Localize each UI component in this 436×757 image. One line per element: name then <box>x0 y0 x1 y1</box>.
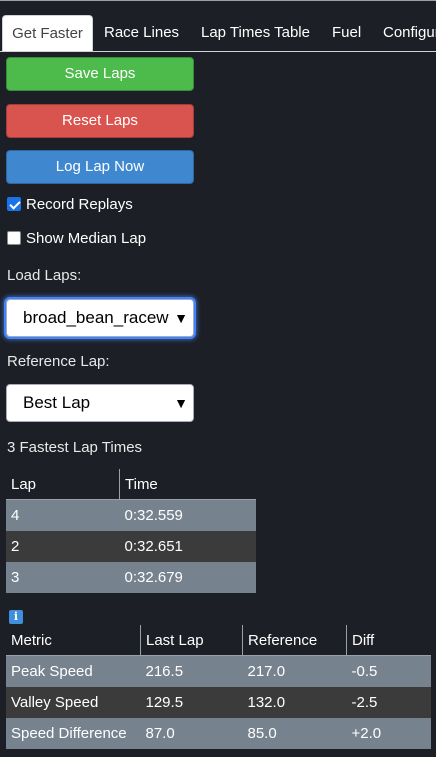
reference-lap-value: Best Lap <box>23 393 91 412</box>
table-cell: 2 <box>6 531 120 562</box>
table-cell: 87.0 <box>140 718 243 749</box>
table-cell: 132.0 <box>242 687 347 718</box>
table-cell: -0.5 <box>346 655 431 687</box>
table-cell: 4 <box>6 499 120 531</box>
table-row: 3 0:32.679 <box>6 562 256 593</box>
table-row: Speed Difference 87.0 85.0 +2.0 <box>6 718 431 749</box>
table-row: 2 0:32.651 <box>6 531 256 562</box>
table-cell: Valley Speed <box>6 687 141 718</box>
column-header: Last Lap <box>140 625 243 656</box>
table-cell: Speed Difference <box>6 718 141 749</box>
table-row: 4 0:32.559 <box>6 499 256 531</box>
tab-get-faster[interactable]: Get Faster <box>2 15 93 51</box>
table-cell: Peak Speed <box>6 655 141 687</box>
reset-laps-button[interactable]: Reset Laps <box>6 104 194 138</box>
tab-race-lines[interactable]: Race Lines <box>104 15 179 51</box>
save-laps-button[interactable]: Save Laps <box>6 57 194 91</box>
show-median-lap-checkbox[interactable] <box>7 231 21 245</box>
reference-lap-label: Reference Lap: <box>7 353 110 370</box>
dropdown-arrow-icon: ▼ <box>169 385 193 421</box>
tab-lap-times-table[interactable]: Lap Times Table <box>201 15 310 51</box>
info-icon[interactable]: i <box>9 610 23 624</box>
fastest-laps-table: Lap Time 4 0:32.559 2 0:32.651 3 0:32.67… <box>6 469 256 593</box>
column-header: Diff <box>346 625 431 656</box>
load-laps-value: broad_bean_raceway <box>23 308 169 327</box>
table-cell: 129.5 <box>140 687 243 718</box>
log-lap-now-button[interactable]: Log Lap Now <box>6 150 194 184</box>
tab-configure[interactable]: Configure <box>383 15 436 51</box>
column-header: Lap <box>6 469 120 500</box>
table-cell: +2.0 <box>346 718 431 749</box>
reference-lap-select[interactable]: Best Lap ▼ <box>6 384 194 422</box>
tab-bar: Get Faster Race Lines Lap Times Table Fu… <box>0 15 436 52</box>
table-cell: 217.0 <box>242 655 347 687</box>
column-header: Reference <box>242 625 347 656</box>
table-row: Peak Speed 216.5 217.0 -0.5 <box>6 655 431 687</box>
show-median-lap-label: Show Median Lap <box>26 230 147 247</box>
record-replays-checkbox[interactable] <box>7 197 21 211</box>
table-row: Valley Speed 129.5 132.0 -2.5 <box>6 687 431 718</box>
load-laps-label: Load Laps: <box>7 267 82 284</box>
dropdown-arrow-icon: ▼ <box>169 300 193 336</box>
metrics-table: Metric Last Lap Reference Diff Peak Spee… <box>6 625 431 749</box>
table-cell: 0:32.559 <box>119 499 256 531</box>
top-divider <box>0 0 436 1</box>
table-cell: 3 <box>6 562 120 593</box>
load-laps-select[interactable]: broad_bean_raceway ▼ <box>6 299 194 337</box>
table-cell: 216.5 <box>140 655 243 687</box>
table-cell: 85.0 <box>242 718 347 749</box>
show-median-lap-row[interactable]: Show Median Lap <box>7 230 146 248</box>
record-replays-row[interactable]: Record Replays <box>7 196 133 214</box>
tab-fuel[interactable]: Fuel <box>332 15 361 51</box>
table-cell: 0:32.651 <box>119 531 256 562</box>
column-header: Time <box>119 469 256 500</box>
column-header: Metric <box>6 625 141 656</box>
record-replays-label: Record Replays <box>26 196 133 213</box>
table-cell: -2.5 <box>346 687 431 718</box>
table-cell: 0:32.679 <box>119 562 256 593</box>
fastest-laps-title: 3 Fastest Lap Times <box>7 439 143 456</box>
